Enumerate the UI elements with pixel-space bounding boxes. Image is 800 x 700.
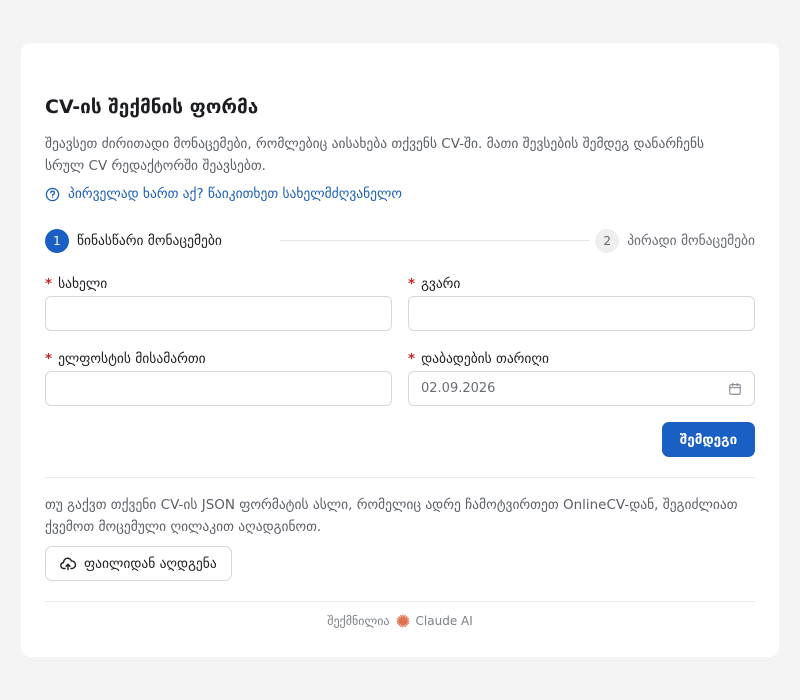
- last-name-input[interactable]: [408, 296, 755, 331]
- footer-brand: Claude AI: [415, 614, 473, 628]
- birth-date-input[interactable]: 02.09.2026: [408, 371, 755, 406]
- birth-date-field: * დაბადების თარიღი 02.09.2026: [408, 350, 755, 406]
- first-name-input[interactable]: [45, 296, 392, 331]
- step-1: 1 წინასწარი მონაცემები: [45, 229, 222, 253]
- claude-sparkle-icon: [396, 614, 409, 628]
- step-1-label: წინასწარი მონაცემები: [77, 233, 222, 249]
- last-name-label: * გვარი: [408, 275, 755, 293]
- required-marker: *: [45, 276, 53, 292]
- birth-date-label: * დაბადების თარიღი: [408, 350, 755, 368]
- section-divider: [45, 477, 755, 478]
- email-label-text: ელფოსტის მისამართი: [58, 351, 206, 367]
- footer: შექმნილია Claude AI: [21, 614, 779, 628]
- step-2-number: 2: [595, 229, 620, 253]
- last-name-label-text: გვარი: [421, 276, 461, 292]
- required-marker: *: [45, 351, 53, 367]
- guide-link-label: პირველად ხართ აქ? წაიკითხეთ სახელმძღვანე…: [68, 186, 403, 202]
- form-description: შეავსეთ ძირითადი მონაცემები, რომლებიც აი…: [45, 136, 705, 174]
- footer-prefix: შექმნილია: [327, 614, 390, 628]
- birth-date-label-text: დაბადების თარიღი: [421, 351, 550, 367]
- restore-description: თუ გაქვთ თქვენი CV-ის JSON ფორმატის ასლი…: [45, 497, 738, 535]
- guide-link[interactable]: პირველად ხართ აქ? წაიკითხეთ სახელმძღვანე…: [45, 186, 402, 202]
- help-circle-icon: [45, 187, 60, 201]
- restore-from-file-button[interactable]: ფაილიდან აღდგენა: [45, 546, 232, 581]
- required-marker: *: [408, 351, 416, 367]
- email-input[interactable]: [45, 371, 392, 406]
- stepper-connector: [280, 240, 590, 241]
- restore-button-label: ფაილიდან აღდგენა: [84, 555, 217, 572]
- required-marker: *: [408, 276, 416, 292]
- first-name-label-text: სახელი: [58, 276, 108, 292]
- footer-divider: [45, 601, 755, 602]
- email-label: * ელფოსტის მისამართი: [45, 350, 392, 368]
- step-2-label: პირადი მონაცემები: [627, 233, 755, 249]
- calendar-icon[interactable]: [728, 382, 742, 396]
- step-2: 2 პირადი მონაცემები: [595, 229, 755, 253]
- cloud-upload-icon: [60, 557, 76, 570]
- next-button[interactable]: შემდეგი: [662, 422, 755, 457]
- cv-form-card: CV-ის შექმნის ფორმა შეავსეთ ძირითადი მონ…: [21, 43, 779, 657]
- email-field: * ელფოსტის მისამართი: [45, 350, 392, 406]
- birth-date-value: 02.09.2026: [421, 381, 496, 396]
- first-name-label: * სახელი: [45, 275, 392, 293]
- first-name-field: * სახელი: [45, 275, 392, 331]
- page-title: CV-ის შექმნის ფორმა: [45, 96, 259, 118]
- step-1-number: 1: [45, 229, 69, 253]
- form-stepper: 1 წინასწარი მონაცემები 2 პირადი მონაცემე…: [45, 229, 755, 253]
- last-name-field: * გვარი: [408, 275, 755, 331]
